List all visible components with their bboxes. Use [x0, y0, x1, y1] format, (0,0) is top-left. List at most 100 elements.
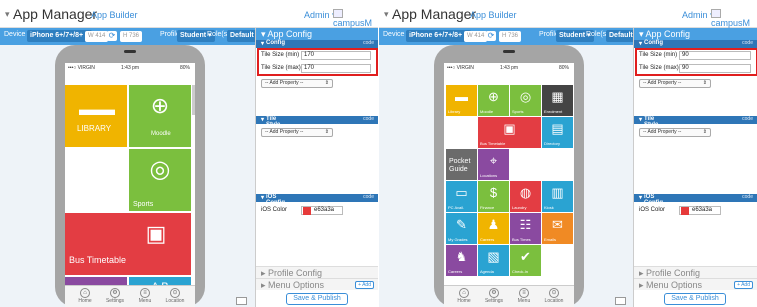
expand-icon[interactable] [236, 297, 247, 305]
height-input[interactable]: H 736 [499, 31, 522, 42]
menu-options-section[interactable]: ▸ Menu Options + Add [634, 278, 757, 290]
tile-emails[interactable]: ✉ Emails [542, 213, 573, 244]
dock-location[interactable]: ⊙ Location [542, 288, 566, 304]
dock-home[interactable]: ⌂ Home [73, 288, 97, 304]
config-subheader[interactable]: ▾ Config code [256, 40, 378, 48]
phone-frame: •••○ VIRGIN 1:43 pm 80% ▬▬ LIBRARY ⊕ Moo… [55, 45, 205, 307]
config-subheader[interactable]: ▾ Config code [634, 40, 757, 48]
menu-icon: ≡ [519, 288, 529, 298]
tile-library[interactable]: ▬ Library [446, 85, 477, 116]
app-builder-link[interactable]: App Builder [91, 10, 138, 20]
dock-menu[interactable]: ≡ Menu [512, 288, 536, 304]
tile-style-subheader[interactable]: ▾ Tile Style code [256, 116, 378, 128]
scrollbar[interactable] [192, 85, 195, 115]
left-screenshot: ▾ App Manager App Builder Admin ▾ campus… [0, 0, 378, 307]
dock-home[interactable]: ⌂ Home [452, 288, 476, 304]
tile-label: My Grades [448, 237, 468, 242]
app-builder-link[interactable]: App Builder [470, 10, 517, 20]
tile-style-add-property-select[interactable]: -- Add Property -- ⇕ [261, 128, 333, 137]
tile-sports[interactable]: ◎ Sports [129, 149, 191, 211]
admin-menu[interactable]: Admin ▾ [304, 10, 337, 21]
tile-bus-timetable[interactable]: ▣ Bus Timetable [478, 117, 541, 148]
device-select[interactable]: iPhone 6+/7+/8+ ▾ [27, 30, 92, 42]
ios-config-subheader[interactable]: ▾ iOS Config code [634, 194, 757, 206]
phone-speaker [124, 50, 136, 53]
tile-laundry[interactable]: ◍ Laundry [510, 181, 541, 212]
tile-my-grades[interactable]: ✎ My Grades [446, 213, 477, 244]
tile-pc-avail[interactable]: ▭ PC Avail. [446, 181, 477, 212]
grades-icon: ✎ [456, 217, 467, 232]
chevron-down-icon[interactable]: ▾ [384, 9, 389, 20]
add-menu-option-button[interactable]: + Add [355, 281, 374, 289]
device-toolbar: Device iPhone 6+/7+/8+ ▾ W 414 ⟳ H 736 P… [379, 28, 642, 45]
tile-kiosk[interactable]: ▥ Kiosk [542, 181, 573, 212]
tile-library[interactable]: ▬▬ LIBRARY [65, 85, 127, 147]
preview-canvas: •••○ VIRGIN 1:43 pm 80% ▬▬ LIBRARY ⊕ Moo… [0, 45, 255, 307]
app-config-header[interactable]: ▾ App Config [634, 28, 757, 40]
dock-location[interactable]: ⊙ Location [163, 288, 187, 304]
add-property-select[interactable]: -- Add Property -- ⇕ [261, 79, 333, 88]
phone-speaker [503, 50, 515, 53]
tile-moodle[interactable]: ⊕ Moodle [129, 85, 191, 147]
kiosk-icon: ▥ [551, 185, 564, 200]
phone-frame: •••○ VIRGIN 1:43 pm 80% ▬ Library ⊕ Moodle ◎… [434, 45, 584, 307]
app-header: ▾ App Manager App Builder Admin ▾ campus… [379, 0, 757, 38]
careers2-icon: ♞ [455, 249, 468, 264]
admin-menu[interactable]: Admin ▾ [682, 10, 715, 21]
expand-icon[interactable] [615, 297, 626, 305]
tile-careers[interactable]: ♟ Careers [478, 213, 509, 244]
app-config-header[interactable]: ▾ App Config [256, 28, 378, 40]
device-toolbar: Device iPhone 6+/7+/8+ ▾ W 414 ⟳ H 736 P… [0, 28, 263, 45]
dock-settings[interactable]: ⚙ Settings [103, 288, 127, 304]
device-select[interactable]: iPhone 6+/7+/8+ ▾ [406, 30, 471, 42]
home-icon: ⌂ [459, 288, 469, 298]
dock-menu[interactable]: ≡ Menu [133, 288, 157, 304]
width-input[interactable]: W 414 [464, 31, 488, 42]
save-publish-button[interactable]: Save & Publish [286, 293, 348, 305]
tile-label: Agenda [480, 269, 494, 274]
tile-directory[interactable]: ▤ Directory [542, 117, 573, 148]
height-input[interactable]: H 736 [120, 31, 143, 42]
add-menu-option-button[interactable]: + Add [734, 281, 753, 289]
tile-bus-times[interactable]: ☷ Bus Times [510, 213, 541, 244]
tile-moodle[interactable]: ⊕ Moodle [478, 85, 509, 116]
preview-canvas: •••○ VIRGIN 1:43 pm 80% ▬ Library ⊕ Moodle ◎… [379, 45, 633, 307]
width-input[interactable]: W 414 [85, 31, 109, 42]
right-screenshot: ▾ App Manager App Builder Admin ▾ campus… [379, 0, 757, 307]
ios-config-subheader[interactable]: ▾ iOS Config code [256, 194, 378, 206]
tile-pocket-guide[interactable]: Pocket Guide [446, 149, 477, 180]
color-swatch[interactable] [681, 207, 689, 215]
profile-config-section[interactable]: ▸ Profile Config [634, 266, 757, 278]
chevron-down-icon[interactable]: ▾ [5, 9, 10, 20]
tile-label: PC Avail. [448, 205, 465, 210]
rotate-icon[interactable]: ⟳ [486, 31, 496, 41]
tile-finance[interactable]: $ Finance [478, 181, 509, 212]
tile-label: Locations [480, 173, 498, 178]
rotate-icon[interactable]: ⟳ [107, 31, 117, 41]
tile-enrolment[interactable]: ▦ Enrolment [542, 85, 573, 116]
tile-style-subheader[interactable]: ▾ Tile Style code [634, 116, 757, 128]
color-swatch[interactable] [303, 207, 311, 215]
save-publish-button[interactable]: Save & Publish [664, 293, 726, 305]
tile-bus-timetable[interactable]: ▣ Bus Timetable [65, 213, 191, 275]
menu-options-section[interactable]: ▸ Menu Options + Add [256, 278, 378, 290]
profile-config-section[interactable]: ▸ Profile Config [256, 266, 378, 278]
tile-style-add-property-select[interactable]: -- Add Property -- ⇕ [639, 128, 711, 137]
pc-icon: ▭ [455, 185, 468, 200]
dock-settings[interactable]: ⚙ Settings [482, 288, 506, 304]
tile-label: Kiosk [544, 205, 554, 210]
tile-agenda[interactable]: ▧ Agenda [478, 245, 509, 276]
tile-sports[interactable]: ◎ Sports [510, 85, 541, 116]
tile-check-in[interactable]: ✔ Check-In [510, 245, 541, 276]
add-property-select[interactable]: -- Add Property -- ⇕ [639, 79, 711, 88]
tile-label: Bus Timetable [480, 141, 506, 146]
tile-label: Sports [512, 109, 524, 114]
cursor-icon: ⊕ [488, 89, 499, 104]
app-title: App Manager [13, 6, 98, 22]
bus-icon: ▣ [503, 121, 516, 136]
tile-careers[interactable]: ♞ Careers [446, 245, 477, 276]
tile-label: Moodle [480, 109, 494, 114]
tile-locations[interactable]: ⌖ Locations [478, 149, 509, 180]
status-bar: •••○ VIRGIN 1:43 pm 80% [65, 63, 195, 73]
entity-icon [333, 9, 343, 19]
